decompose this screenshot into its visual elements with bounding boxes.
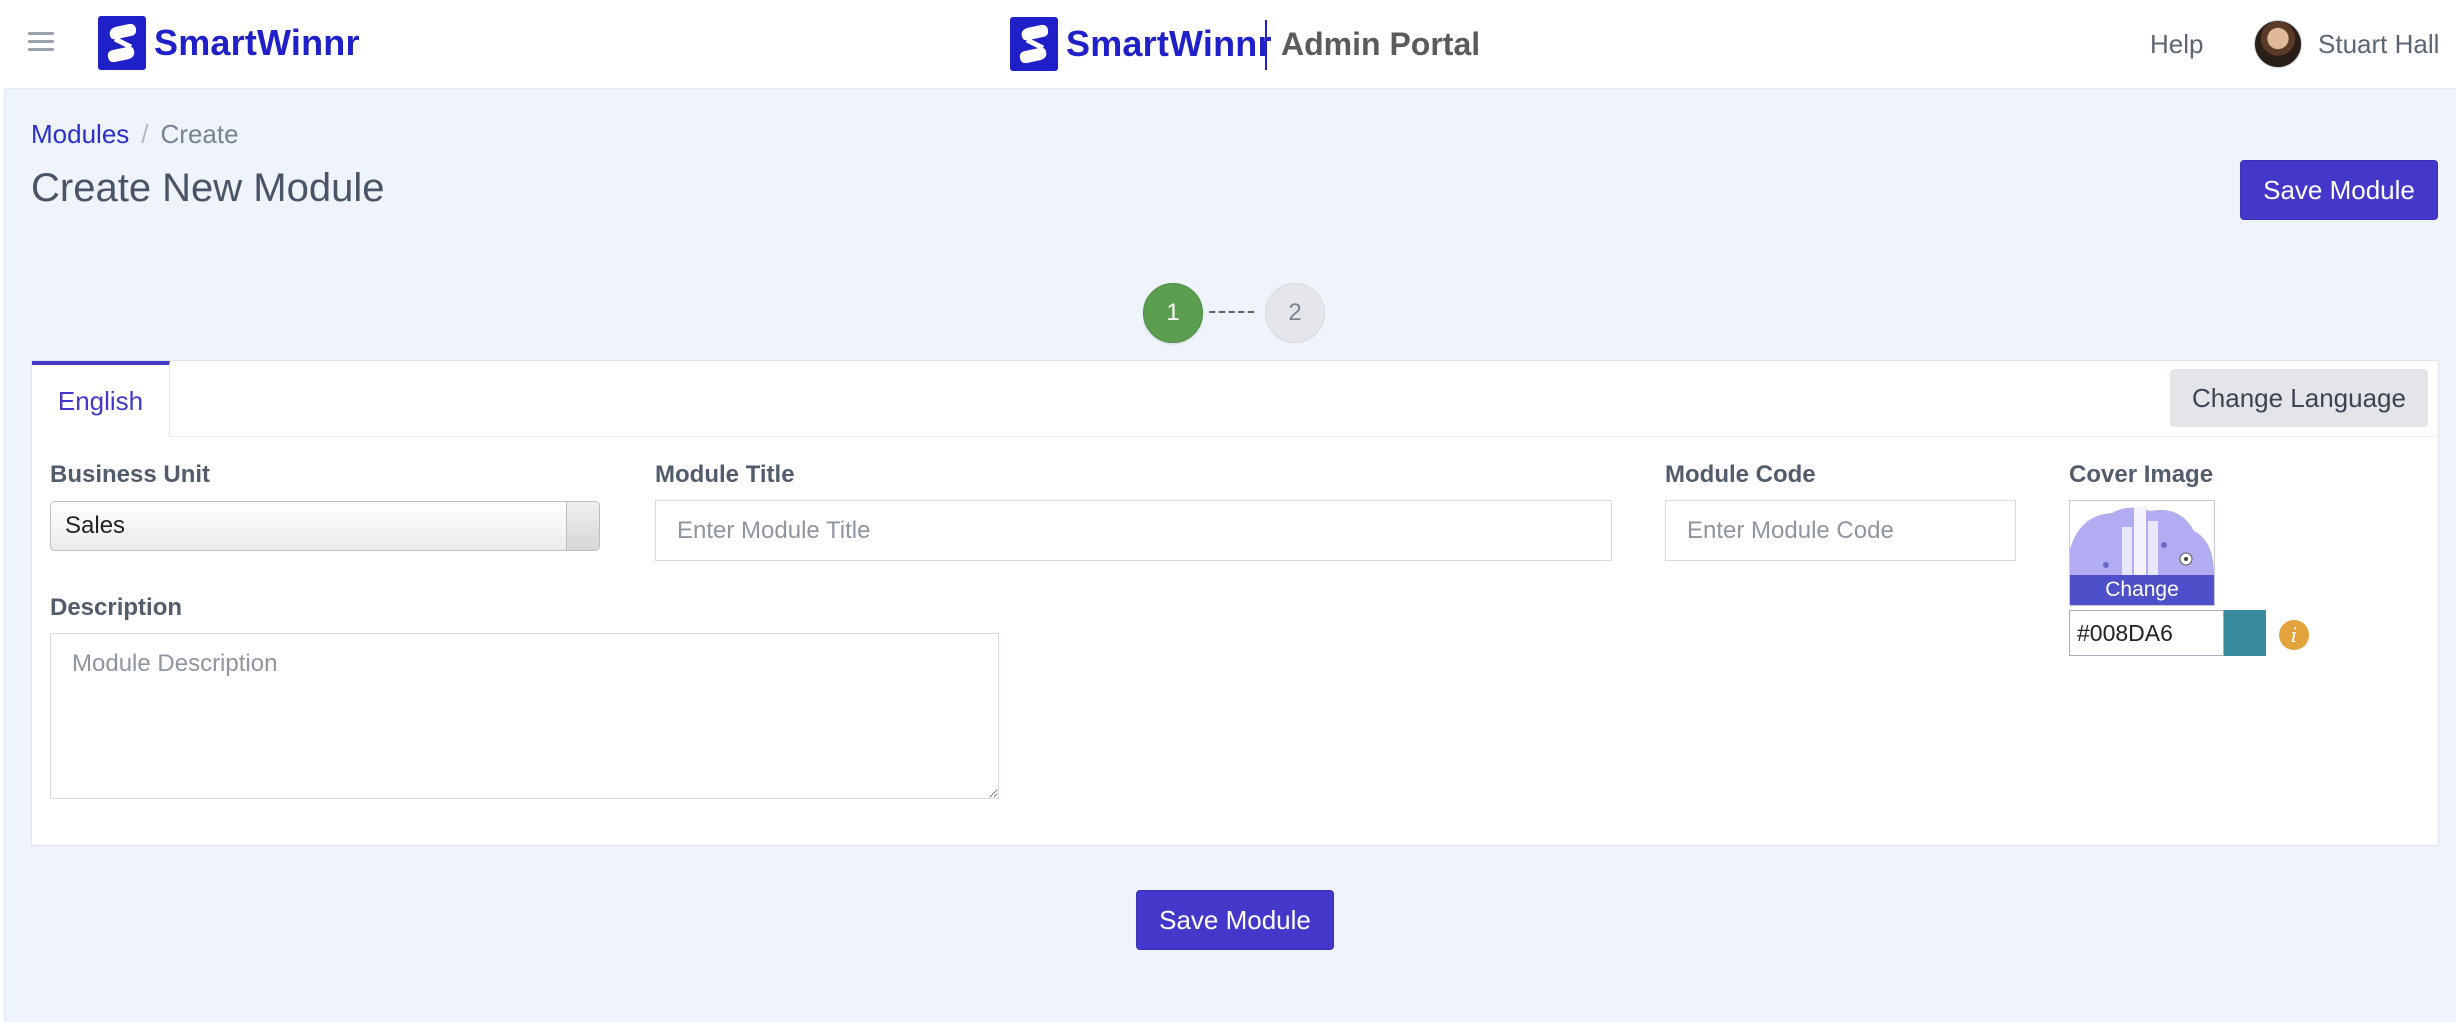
smartwinnr-logo-icon: [98, 16, 146, 70]
select-dropdown-button[interactable]: [566, 502, 599, 550]
module-form-card: English Change Language Business Unit Sa…: [31, 360, 2439, 846]
description-textarea[interactable]: [50, 633, 999, 799]
portal-title: Admin Portal: [1281, 26, 1481, 62]
cover-image-label: Cover Image: [2069, 461, 2214, 488]
color-swatch-picker[interactable]: [2224, 610, 2266, 656]
cover-image-illustration: [2070, 507, 2214, 575]
breadcrumb: Modules / Create: [31, 119, 239, 150]
user-avatar[interactable]: [2254, 20, 2302, 68]
module-code-label: Module Code: [1665, 461, 1816, 488]
description-label: Description: [50, 594, 183, 621]
brand-logo-left[interactable]: SmartWinnr: [98, 16, 360, 70]
info-icon[interactable]: i: [2279, 620, 2309, 650]
breadcrumb-modules-link[interactable]: Modules: [31, 119, 129, 149]
module-title-input[interactable]: [655, 500, 1612, 561]
change-cover-button[interactable]: Change: [2070, 575, 2214, 605]
sidebar-collapsed-strip: [0, 88, 5, 1022]
breadcrumb-separator: /: [141, 119, 149, 149]
portal-divider: [1265, 20, 1267, 70]
page-title: Create New Module: [31, 166, 385, 210]
color-hex-input[interactable]: [2069, 610, 2224, 656]
module-code-input[interactable]: [1665, 500, 2016, 561]
tab-english[interactable]: English: [32, 361, 170, 437]
smartwinnr-logo-icon: [1010, 17, 1058, 71]
brand-name: SmartWinnr: [154, 22, 360, 63]
breadcrumb-current: Create: [160, 119, 239, 149]
brand-name-center: SmartWinnr: [1066, 23, 1272, 64]
help-link[interactable]: Help: [2150, 29, 2203, 60]
business-unit-label: Business Unit: [50, 461, 211, 488]
business-unit-value: Sales: [65, 512, 126, 539]
step-connector: -----: [1208, 295, 1257, 325]
hamburger-menu-icon[interactable]: [28, 32, 54, 52]
save-module-button-top[interactable]: Save Module: [2240, 160, 2438, 220]
save-module-button-bottom[interactable]: Save Module: [1136, 890, 1334, 950]
change-language-button[interactable]: Change Language: [2170, 369, 2428, 427]
step-2-indicator[interactable]: 2: [1265, 283, 1325, 343]
cover-image-thumbnail[interactable]: Change: [2069, 500, 2215, 606]
top-navbar: SmartWinnr SmartWinnr Admin Portal Help …: [0, 0, 2456, 89]
module-title-label: Module Title: [655, 461, 795, 488]
business-unit-select[interactable]: Sales: [50, 501, 600, 551]
step-1-indicator[interactable]: 1: [1143, 283, 1203, 343]
user-name-menu[interactable]: Stuart Hall: [2318, 29, 2439, 60]
brand-logo-center: SmartWinnr: [1010, 17, 1272, 71]
tab-divider: [170, 436, 2438, 437]
